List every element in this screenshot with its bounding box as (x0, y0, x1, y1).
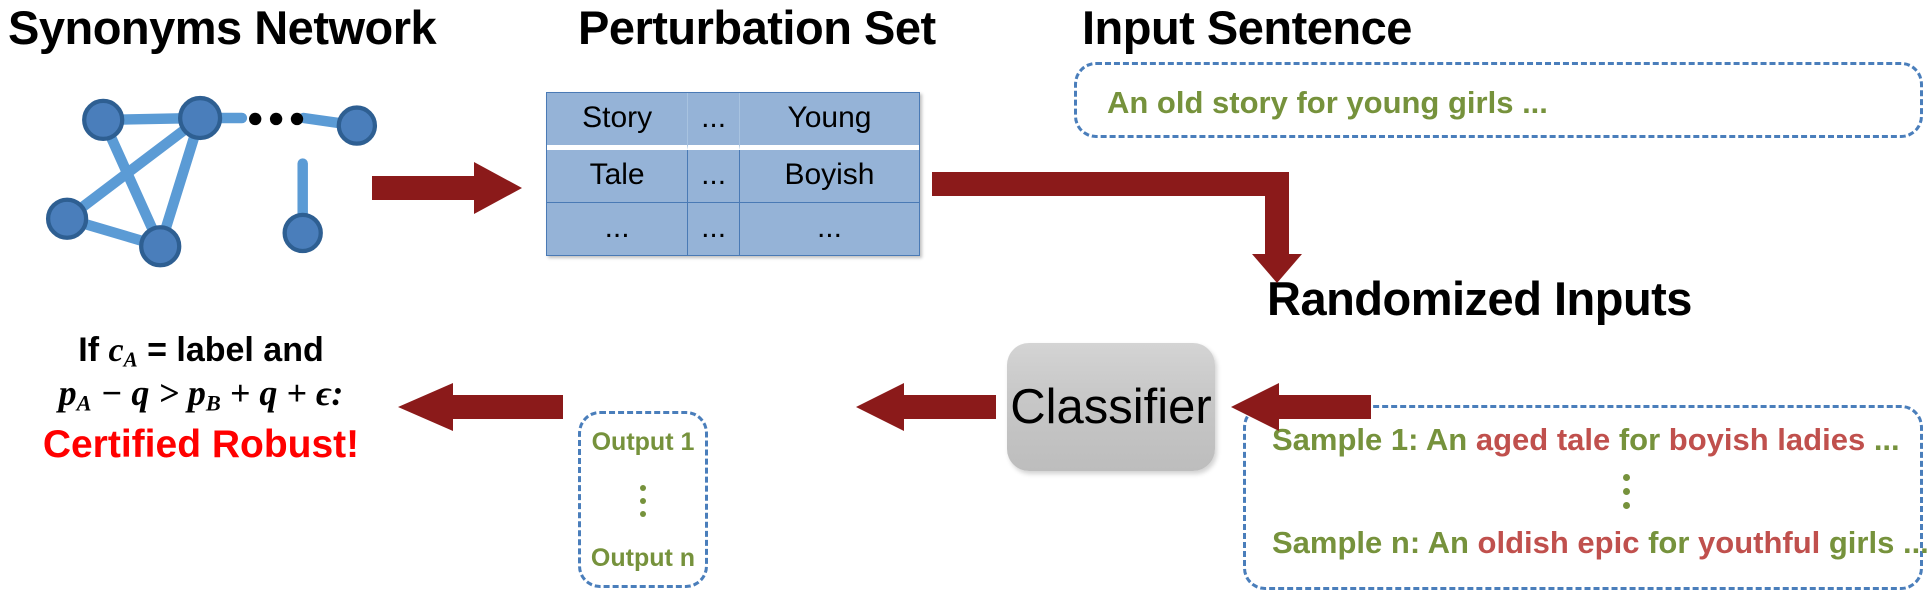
table-cell: Tale (547, 150, 689, 203)
classifier-box: Classifier (1007, 343, 1215, 471)
sample-token: girls ... (1828, 524, 1929, 560)
formula-text: = label and (137, 331, 324, 369)
formula-operator-gt: > (149, 373, 188, 414)
randomized-inputs-box: Sample 1: An aged tale for boyish ladies… (1243, 405, 1929, 590)
formula-var-pB: p (187, 373, 206, 414)
network-node (336, 105, 378, 146)
formula-var-q: q (259, 373, 278, 414)
network-node (178, 95, 223, 141)
sample-token: ... (1873, 422, 1900, 457)
formula-operator-plus: + (277, 373, 316, 414)
network-node (45, 197, 89, 240)
conclusion-condition-line-2: pA − q > pB + q + ϵ: (6, 372, 396, 417)
page-title-perturbation-set: Perturbation Set (578, 1, 936, 54)
conclusion-condition-line-1: If cA = label and (6, 330, 396, 372)
table-cell: Story (547, 93, 689, 150)
formula-subscript-B: B (205, 390, 221, 416)
network-ellipsis-dots (249, 112, 304, 126)
page-title-synonyms-network: Synonyms Network (8, 1, 437, 54)
table-row: ... ... ... (547, 203, 919, 255)
table-cell: ... (688, 150, 740, 203)
arrow-table-to-randomized-inputs (932, 172, 1302, 283)
randomized-inputs-vertical-ellipsis (1332, 473, 1920, 509)
formula-subscript-A: A (123, 347, 138, 372)
arrow-network-to-table (372, 162, 522, 214)
formula-operator-plus: + (220, 373, 260, 414)
formula-subscript-A: A (76, 390, 92, 416)
table-cell: Young (739, 93, 919, 150)
formula-operator-minus: − (91, 373, 132, 414)
page-title-input-sentence: Input Sentence (1082, 1, 1412, 54)
network-node (282, 212, 323, 254)
conclusion-block: If cA = label and pA − q > pB + q + ϵ: C… (6, 330, 396, 467)
table-row: Tale ... Boyish (547, 150, 919, 203)
perturbation-set-table: Story ... Young Tale ... Boyish ... ... … (546, 92, 920, 256)
arrow-classifier-to-output (856, 383, 996, 431)
formula-colon: : (331, 373, 344, 414)
sample-token: youthful (1698, 524, 1829, 560)
formula-text: If (78, 331, 109, 369)
table-row: Story ... Young (547, 93, 919, 150)
input-sentence-box: An old story for young girls ... (1074, 62, 1923, 138)
table-cell: ... (547, 203, 689, 255)
certified-robust-label: Certified Robust! (42, 423, 360, 467)
sample-token: for (1648, 524, 1699, 560)
input-sentence-text: An old story for young girls ... (1077, 65, 1920, 121)
formula-var-q: q (131, 373, 150, 414)
sample-token: for (1618, 422, 1669, 457)
table-cell: ... (688, 93, 740, 150)
table-cell: Boyish (739, 150, 919, 203)
sample-token: aged tale (1475, 422, 1619, 457)
formula-var-pA: p (58, 373, 77, 414)
formula-var-c: c (108, 332, 124, 369)
randomized-sample-last: Sample n: An oldish epic for youthful gi… (1246, 509, 1929, 561)
sample-token: oldish epic (1477, 524, 1649, 560)
sample-token: Sample n: An (1272, 524, 1478, 560)
output-vertical-ellipsis (640, 484, 646, 517)
arrow-output-to-conclusion (398, 383, 563, 431)
classifier-label: Classifier (1010, 380, 1212, 434)
network-node (139, 225, 182, 268)
output-box: Output 1 Output n (578, 411, 708, 588)
output-last-label: Output n (590, 544, 696, 572)
table-cell: ... (739, 203, 919, 255)
sample-token: boyish ladies (1668, 422, 1874, 457)
network-node (82, 98, 125, 142)
output-first-label: Output 1 (591, 428, 695, 456)
formula-var-epsilon: ϵ (315, 373, 332, 414)
sentence-token: An old story for young girls ... (1107, 85, 1548, 120)
arrow-randomized-to-classifier (1231, 383, 1371, 431)
table-cell: ... (688, 203, 740, 255)
